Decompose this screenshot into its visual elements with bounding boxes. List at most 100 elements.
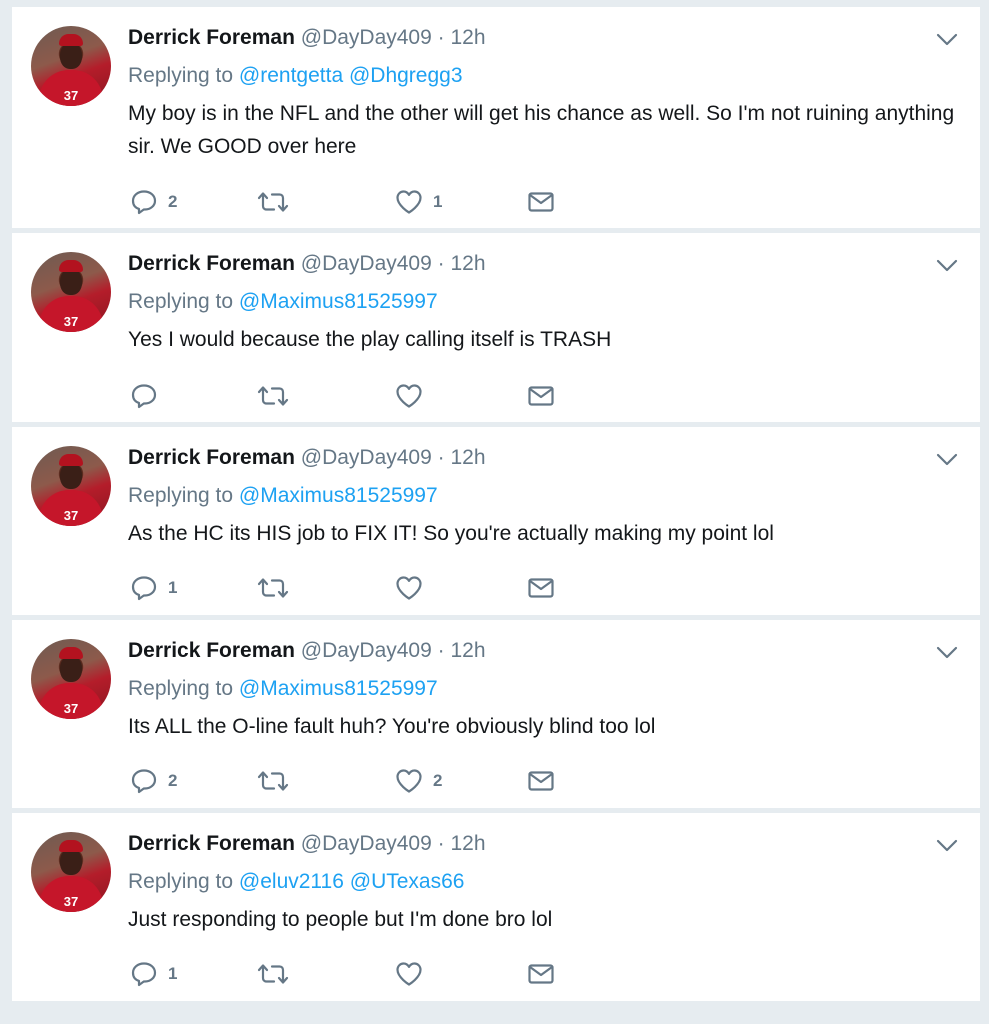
heart-icon (396, 384, 422, 408)
direct-message-button[interactable] (527, 381, 555, 411)
chevron-down-icon[interactable] (936, 646, 958, 660)
replying-to-label: Replying to (128, 484, 234, 507)
mention-link[interactable]: @Maximus81525997 (239, 484, 438, 507)
retweet-icon (257, 192, 289, 212)
reply-icon (131, 962, 157, 987)
display-name[interactable]: Derrick Foreman (128, 26, 295, 49)
like-button[interactable]: 2 (395, 766, 442, 796)
reply-icon (131, 769, 157, 794)
heart-icon (396, 190, 422, 214)
avatar[interactable]: 37 (31, 26, 111, 106)
like-button[interactable]: 1 (395, 187, 442, 217)
timeline-feed: 37 Derrick Foreman @DayDay409 · 12h Repl… (12, 6, 980, 1005)
avatar[interactable]: 37 (31, 639, 111, 719)
mention-link[interactable]: @eluv2116 (239, 870, 344, 893)
avatar[interactable]: 37 (31, 252, 111, 332)
replying-to: Replying to @Maximus81525997 (128, 287, 956, 317)
chevron-down-icon[interactable] (936, 259, 958, 273)
chevron-down-icon[interactable] (936, 453, 958, 467)
retweet-button[interactable] (256, 766, 300, 796)
tweet-header: Derrick Foreman @DayDay409 · 12h (128, 443, 956, 473)
tweet-actions (130, 381, 590, 411)
mention-link[interactable]: @UTexas66 (350, 870, 465, 893)
user-handle[interactable]: @DayDay409 (301, 26, 432, 49)
retweet-button[interactable] (256, 573, 300, 603)
reply-button[interactable]: 2 (130, 187, 177, 217)
tweet-text: Just responding to people but I'm done b… (128, 908, 553, 931)
tweet[interactable]: 37 Derrick Foreman @DayDay409 · 12h Repl… (12, 6, 980, 229)
replying-to-label: Replying to (128, 64, 234, 87)
tweet[interactable]: 37 Derrick Foreman @DayDay409 · 12h Repl… (12, 619, 980, 809)
like-button[interactable] (395, 381, 433, 411)
replying-to-label: Replying to (128, 290, 234, 313)
replying-to: Replying to @eluv2116 @UTexas66 (128, 867, 956, 897)
replying-to: Replying to @Maximus81525997 (128, 481, 956, 511)
chevron-down-icon[interactable] (936, 33, 958, 47)
separator-dot: · (437, 639, 445, 662)
user-handle[interactable]: @DayDay409 (301, 252, 432, 275)
display-name[interactable]: Derrick Foreman (128, 639, 295, 662)
envelope-icon (528, 964, 554, 984)
mention-link[interactable]: @Dhgregg3 (349, 64, 463, 87)
timestamp[interactable]: 12h (450, 639, 485, 662)
like-button[interactable] (395, 573, 433, 603)
timestamp[interactable]: 12h (450, 832, 485, 855)
reply-icon (131, 576, 157, 601)
retweet-button[interactable] (256, 381, 300, 411)
chevron-down-icon[interactable] (936, 839, 958, 853)
tweet[interactable]: 37 Derrick Foreman @DayDay409 · 12h Repl… (12, 426, 980, 616)
reply-icon (131, 190, 157, 215)
replying-to-label: Replying to (128, 677, 234, 700)
replying-to-label: Replying to (128, 870, 234, 893)
reply-button[interactable]: 1 (130, 573, 177, 603)
mention-link[interactable]: @Maximus81525997 (239, 677, 438, 700)
tweet-text: My boy is in the NFL and the other will … (128, 102, 955, 158)
separator-dot: · (437, 446, 445, 469)
envelope-icon (528, 192, 554, 212)
display-name[interactable]: Derrick Foreman (128, 446, 295, 469)
direct-message-button[interactable] (527, 959, 555, 989)
tweet-header: Derrick Foreman @DayDay409 · 12h (128, 829, 956, 859)
tweet-text: Yes I would because the play calling its… (128, 328, 612, 351)
mention-link[interactable]: @rentgetta (239, 64, 343, 87)
tweet-text: As the HC its HIS job to FIX IT! So you'… (128, 522, 774, 545)
timestamp[interactable]: 12h (450, 26, 485, 49)
display-name[interactable]: Derrick Foreman (128, 252, 295, 275)
reply-button[interactable]: 2 (130, 766, 177, 796)
like-button[interactable] (395, 959, 433, 989)
reply-button[interactable]: 1 (130, 959, 177, 989)
direct-message-button[interactable] (527, 766, 555, 796)
mention-link[interactable]: @Maximus81525997 (239, 290, 438, 313)
tweet-actions: 1 (130, 573, 590, 603)
tweet-text: Its ALL the O-line fault huh? You're obv… (128, 715, 656, 738)
avatar[interactable]: 37 (31, 446, 111, 526)
avatar[interactable]: 37 (31, 832, 111, 912)
envelope-icon (528, 578, 554, 598)
user-handle[interactable]: @DayDay409 (301, 639, 432, 662)
timestamp[interactable]: 12h (450, 446, 485, 469)
tweet-header: Derrick Foreman @DayDay409 · 12h (128, 636, 956, 666)
reply-button[interactable] (130, 381, 168, 411)
timestamp[interactable]: 12h (450, 252, 485, 275)
retweet-icon (257, 964, 289, 984)
like-count: 1 (433, 192, 443, 211)
replying-to: Replying to @Maximus81525997 (128, 674, 956, 704)
like-count: 2 (433, 771, 443, 790)
tweet[interactable]: 37 Derrick Foreman @DayDay409 · 12h Repl… (12, 812, 980, 1002)
heart-icon (396, 576, 422, 600)
replying-to: Replying to @rentgetta @Dhgregg3 (128, 61, 956, 91)
tweet-actions: 2 2 (130, 766, 590, 796)
heart-icon (396, 962, 422, 986)
reply-count: 1 (168, 578, 178, 597)
display-name[interactable]: Derrick Foreman (128, 832, 295, 855)
retweet-button[interactable] (256, 187, 300, 217)
user-handle[interactable]: @DayDay409 (301, 446, 432, 469)
direct-message-button[interactable] (527, 573, 555, 603)
direct-message-button[interactable] (527, 187, 555, 217)
user-handle[interactable]: @DayDay409 (301, 832, 432, 855)
tweet[interactable]: 37 Derrick Foreman @DayDay409 · 12h Repl… (12, 232, 980, 423)
separator-dot: · (437, 252, 445, 275)
envelope-icon (528, 771, 554, 791)
retweet-button[interactable] (256, 959, 300, 989)
reply-count: 2 (168, 192, 178, 211)
